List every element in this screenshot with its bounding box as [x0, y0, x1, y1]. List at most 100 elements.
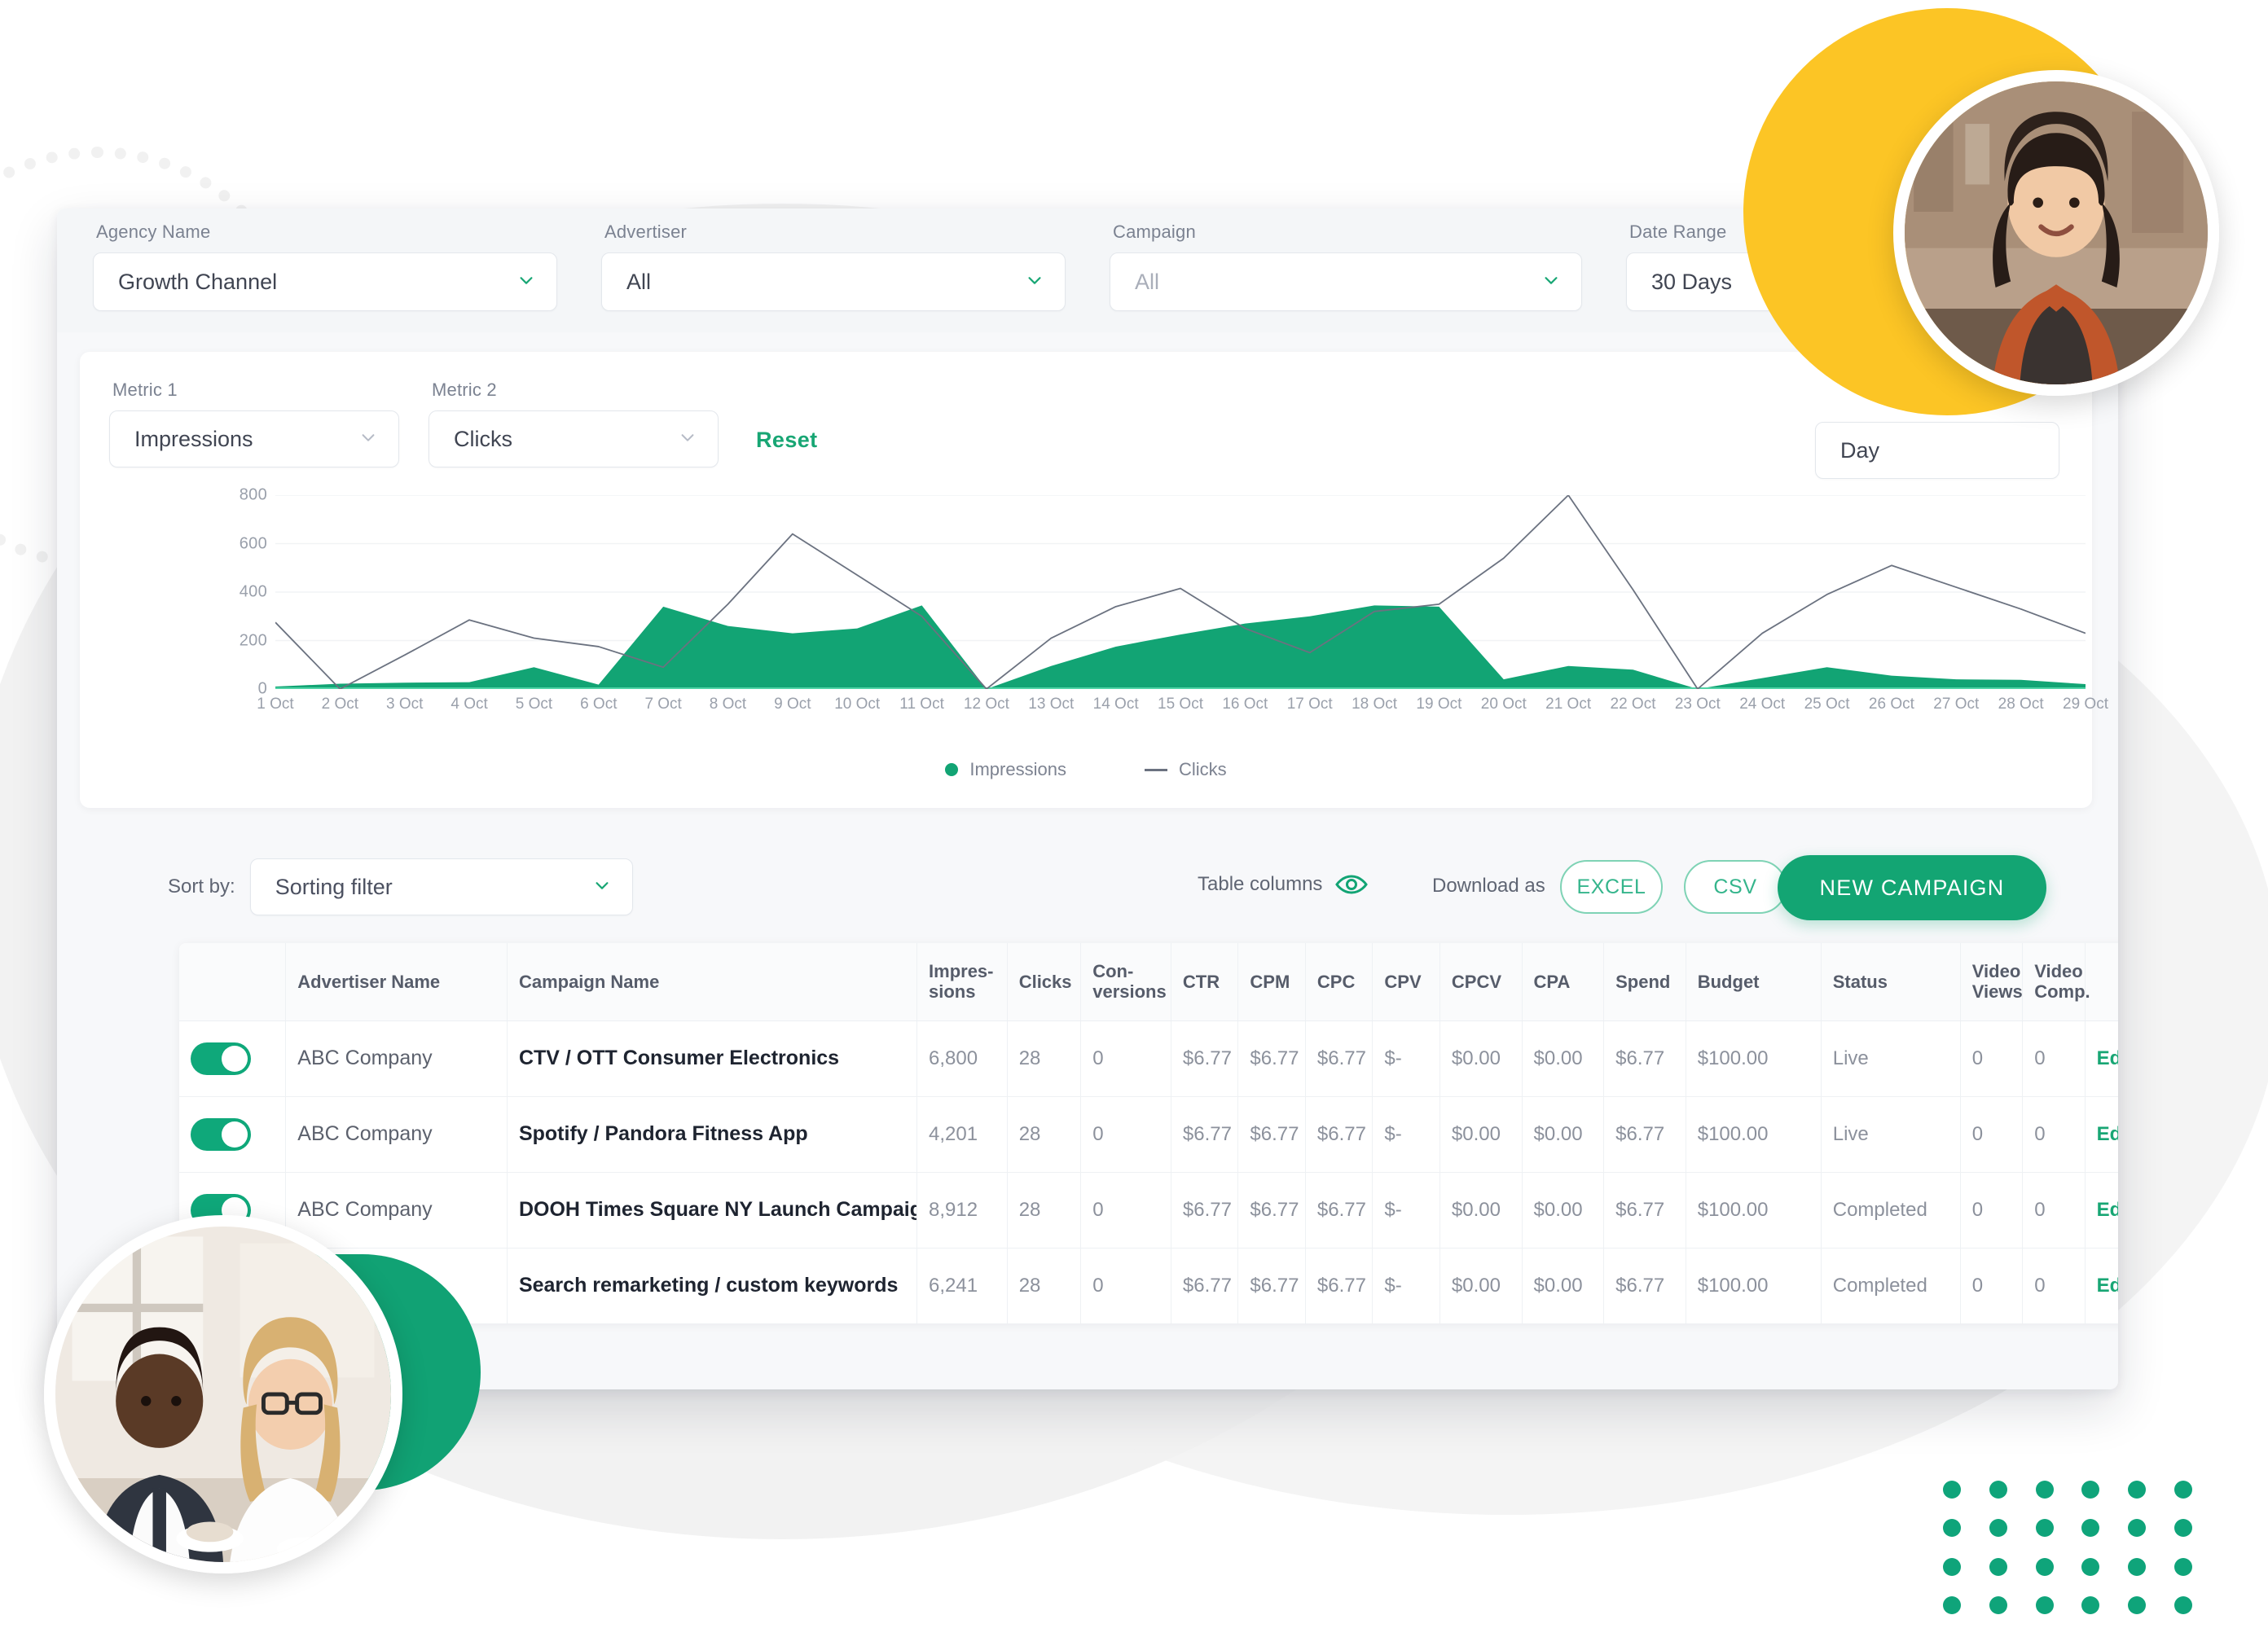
row-toggle-cell	[179, 1096, 287, 1173]
chart-y-axis: 0 200 400 600 800	[217, 486, 267, 698]
metric-cell-cpcv: $0.00	[1439, 1020, 1523, 1097]
metric-cell-ctr: $6.77	[1171, 1248, 1239, 1323]
x-axis-tick: 8 Oct	[709, 696, 747, 713]
table-header-cell: CPC	[1305, 943, 1374, 1021]
advertiser-name-cell: ABC Company	[285, 1020, 508, 1097]
x-axis-tick: 15 Oct	[1158, 696, 1203, 713]
agency-name-select[interactable]: Growth Channel	[93, 252, 557, 311]
table-header-cell: Video Comp.	[2022, 943, 2090, 1021]
metric-cell-clicks: 28	[1007, 1248, 1082, 1323]
x-axis-tick: 6 Oct	[580, 696, 618, 713]
filter-campaign: Campaign All	[1110, 222, 1582, 311]
download-as-label: Download as	[1432, 875, 1545, 897]
chart-card: Metric 1 Impressions Metric 2 Clicks Res…	[80, 352, 2108, 808]
avatar-photo-barista	[1893, 70, 2219, 396]
metric-cell-impressions: 6,800	[916, 1020, 1008, 1097]
advertiser-select[interactable]: All	[601, 252, 1066, 311]
edit-link[interactable]: Edit	[2097, 1199, 2118, 1221]
granularity-value: Day	[1840, 437, 1880, 463]
table-head: Advertiser Name Campaign Name Impres-sions…	[179, 943, 2118, 1021]
campaign-select[interactable]: All	[1110, 252, 1582, 311]
table-columns-toggle[interactable]: Table columns	[1198, 873, 1369, 896]
metric-cell-cpcv: $0.00	[1439, 1096, 1523, 1173]
metric-cell-spend: $6.77	[1603, 1248, 1686, 1323]
table-header-cell: Video Views	[1960, 943, 2024, 1021]
metric-cell-cpv: $-	[1372, 1248, 1440, 1323]
metric-cell-spend: $6.77	[1603, 1020, 1686, 1097]
metric-cell-cpa: $0.00	[1522, 1096, 1605, 1173]
x-axis-tick: 9 Oct	[774, 696, 811, 713]
table-row: ABC Company DOOH Times Square NY Launch C…	[179, 1172, 2118, 1249]
campaign-name-cell: Spotify / Pandora Fitness App	[507, 1096, 918, 1173]
table-body: ABC Company CTV / OTT Consumer Electronic…	[179, 1020, 2118, 1323]
table-header-cell: CPV	[1372, 943, 1440, 1021]
x-axis-tick: 24 Oct	[1739, 696, 1786, 713]
chevron-down-icon	[593, 876, 611, 894]
legend-item-impressions: Impressions	[945, 759, 1066, 780]
metric-cell-cpm: $6.77	[1237, 1020, 1306, 1097]
x-axis-tick: 23 Oct	[1674, 696, 1721, 713]
x-axis-tick: 28 Oct	[1998, 696, 2044, 713]
edit-link[interactable]: Edit	[2097, 1275, 2118, 1297]
table-row: ABC Company CTV / OTT Consumer Electronic…	[179, 1020, 2118, 1097]
campaign-active-toggle[interactable]	[191, 1117, 251, 1151]
x-axis-tick: 10 Oct	[834, 696, 881, 713]
metric-cell-video_views: 0	[1960, 1248, 2024, 1323]
table-header-cell: Impres-sions	[916, 943, 1008, 1021]
table-header-cell: Con-versions	[1080, 943, 1171, 1021]
table-header-cell: Budget	[1686, 943, 1822, 1021]
legend-label-clicks: Clicks	[1178, 759, 1227, 779]
x-axis-tick: 20 Oct	[1480, 696, 1527, 713]
campaign-name-cell: Search remarketing / custom keywords	[507, 1248, 918, 1323]
metric-cell-video_views: 0	[1960, 1020, 2024, 1097]
reset-button[interactable]: Reset	[748, 428, 818, 467]
new-campaign-button[interactable]: NEW CAMPAIGN	[1778, 855, 2046, 920]
sort-by-value: Sorting filter	[275, 874, 393, 899]
x-axis-tick: 13 Oct	[1028, 696, 1075, 713]
metric-cell-conversions: 0	[1080, 1096, 1171, 1173]
legend-dot-icon	[945, 763, 959, 776]
x-axis-tick: 2 Oct	[321, 696, 359, 713]
x-axis-tick: 12 Oct	[963, 696, 1009, 713]
download-excel-button[interactable]: EXCEL	[1560, 860, 1663, 914]
table-header-cell: CPCV	[1439, 943, 1523, 1021]
chart-svg	[275, 495, 2086, 689]
metric-cell-video_comp: 0	[2022, 1248, 2086, 1323]
edit-cell: Edit	[2085, 1096, 2118, 1173]
table-header-cell	[179, 943, 287, 1021]
x-axis-tick: 4 Oct	[451, 696, 488, 713]
granularity-select[interactable]: Day	[1815, 422, 2059, 479]
chart-legend: Impressions Clicks	[80, 759, 2092, 780]
row-toggle-cell	[179, 1020, 287, 1097]
x-axis-tick: 14 Oct	[1092, 696, 1139, 713]
campaign-active-toggle[interactable]	[191, 1042, 251, 1075]
status-cell: Completed	[1821, 1172, 1961, 1249]
sort-by-select[interactable]: Sorting filter	[249, 858, 633, 915]
campaign-name-cell: DOOH Times Square NY Launch Campaign	[507, 1172, 918, 1249]
metric-cell-cpa: $0.00	[1522, 1248, 1605, 1323]
chevron-down-icon	[679, 428, 697, 446]
download-csv-button[interactable]: CSV	[1684, 860, 1787, 914]
metric-1-label: Metric 1	[112, 380, 178, 400]
metric-cell-cpv: $-	[1372, 1096, 1440, 1173]
metric-1-select[interactable]: Impressions	[109, 410, 399, 467]
table-header-cell: Clicks	[1007, 943, 1082, 1021]
edit-link[interactable]: Edit	[2097, 1123, 2118, 1145]
metric-2-select[interactable]: Clicks	[429, 410, 719, 467]
x-axis-tick: 29 Oct	[2063, 696, 2108, 713]
table-header-cell: CPA	[1522, 943, 1605, 1021]
metric-cell-ctr: $6.77	[1171, 1020, 1239, 1097]
metric-cell-cpc: $6.77	[1305, 1096, 1374, 1173]
x-axis-tick: 16 Oct	[1222, 696, 1268, 713]
table-row: ABC CompanySearch remarketing / custom k…	[179, 1248, 2118, 1323]
campaign-table-card: Advertiser Name Campaign Name Impres-sions…	[179, 943, 2118, 1323]
metric-cell-conversions: 0	[1080, 1172, 1171, 1249]
edit-link[interactable]: Edit	[2097, 1047, 2118, 1069]
metric-cell-ctr: $6.77	[1171, 1172, 1239, 1249]
metric-cell-cpm: $6.77	[1237, 1096, 1306, 1173]
x-axis-tick: 27 Oct	[1933, 696, 1980, 713]
metric-2-label: Metric 2	[432, 380, 497, 400]
avatar-photo-meeting	[44, 1215, 402, 1573]
metric-cell-cpc: $6.77	[1305, 1172, 1374, 1249]
table-header-cell: Status	[1821, 943, 1961, 1021]
